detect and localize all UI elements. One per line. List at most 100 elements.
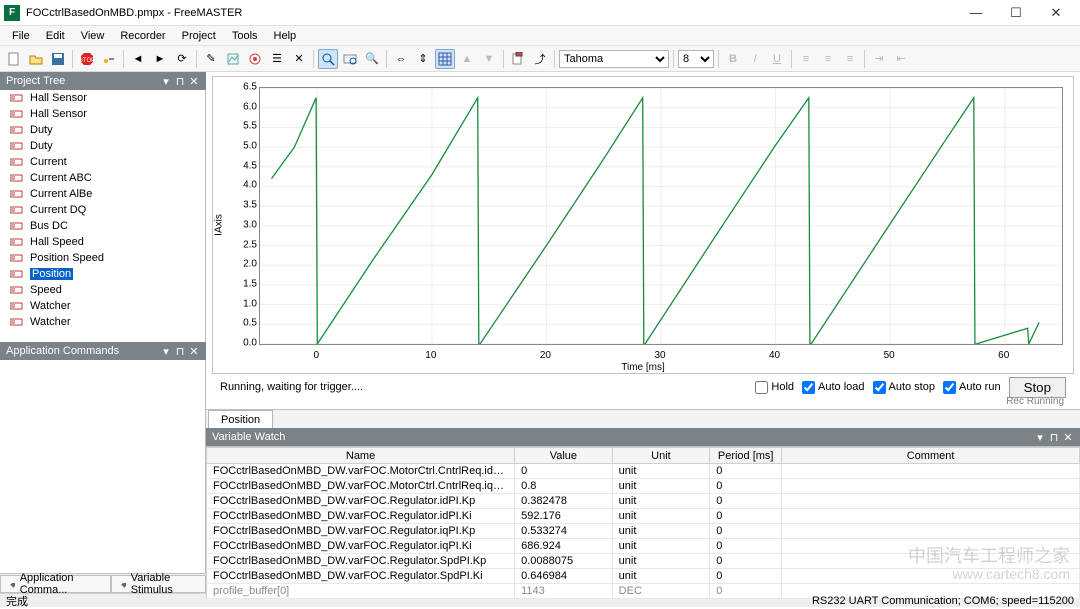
delete-icon[interactable]: ✕	[289, 49, 309, 69]
italic-icon[interactable]: I	[745, 49, 765, 69]
dropdown-icon[interactable]: ▾	[160, 75, 172, 87]
menu-view[interactable]: View	[73, 28, 113, 44]
fit-h-icon[interactable]: ⇔	[391, 49, 411, 69]
grid-header[interactable]: Name	[207, 448, 515, 464]
tree-item[interactable]: Current ABC	[0, 170, 205, 186]
properties-icon[interactable]: ☰	[267, 49, 287, 69]
add-scope-icon[interactable]	[223, 49, 243, 69]
refresh-icon[interactable]: ⟳	[172, 49, 192, 69]
minimize-button[interactable]: —	[956, 0, 996, 26]
tree-item[interactable]: Duty	[0, 122, 205, 138]
zoom-window-icon[interactable]	[340, 49, 360, 69]
close-panel-icon[interactable]: ✕	[188, 75, 200, 87]
status-left: 完成	[6, 593, 28, 609]
table-row[interactable]: FOCctrlBasedOnMBD_DW.varFOC.MotorCtrl.Cn…	[207, 479, 1080, 494]
tree-item[interactable]: Hall Speed	[0, 234, 205, 250]
grid-header[interactable]: Period [ms]	[710, 448, 782, 464]
bold-icon[interactable]: B	[723, 49, 743, 69]
move-up-icon[interactable]: ▲	[457, 49, 477, 69]
zoom-icon[interactable]: 🔍	[362, 49, 382, 69]
edit-variable-icon[interactable]: ✎	[201, 49, 221, 69]
tree-item[interactable]: Hall Sensor	[0, 106, 205, 122]
y-tick: 5.0	[243, 141, 257, 152]
y-tick: 3.0	[243, 219, 257, 230]
pin-icon[interactable]: ⊓	[1048, 431, 1060, 443]
open-icon[interactable]	[26, 49, 46, 69]
autoload-checkbox[interactable]: Auto load	[802, 381, 864, 394]
tree-item[interactable]: Current	[0, 154, 205, 170]
copy-icon[interactable]	[508, 49, 528, 69]
add-recorder-icon[interactable]	[245, 49, 265, 69]
hold-checkbox[interactable]: Hold	[755, 381, 794, 394]
align-center-icon[interactable]: ≡	[818, 49, 838, 69]
variable-watch-grid[interactable]: NameValueUnitPeriod [ms]Comment FOCctrlB…	[206, 446, 1080, 599]
export-icon[interactable]: ⤴	[530, 49, 550, 69]
table-row[interactable]: FOCctrlBasedOnMBD_DW.varFOC.Regulator.iq…	[207, 539, 1080, 554]
tree-item[interactable]: Position Speed	[0, 250, 205, 266]
stop-comm-icon[interactable]: STOP	[77, 49, 97, 69]
scope-icon	[10, 236, 26, 248]
table-row[interactable]: FOCctrlBasedOnMBD_DW.varFOC.MotorCtrl.Cn…	[207, 464, 1080, 479]
zoom-select-icon[interactable]	[318, 49, 338, 69]
stop-button[interactable]: Stop	[1009, 377, 1066, 398]
scope-icon	[10, 156, 26, 168]
menu-help[interactable]: Help	[266, 28, 305, 44]
pin-icon[interactable]: ⊓	[174, 75, 186, 87]
tree-item[interactable]: Position	[0, 266, 205, 282]
pin-icon[interactable]: ⊓	[174, 345, 186, 357]
y-tick: 6.0	[243, 101, 257, 112]
menu-project[interactable]: Project	[174, 28, 224, 44]
tree-item[interactable]: Watcher	[0, 298, 205, 314]
back-icon[interactable]: ◄	[128, 49, 148, 69]
autostop-checkbox[interactable]: Auto stop	[873, 381, 935, 394]
tab-variable-stimulus[interactable]: Variable Stimulus	[111, 575, 206, 593]
indent-right-icon[interactable]: ⇥	[869, 49, 889, 69]
tree-item[interactable]: Current AlBe	[0, 186, 205, 202]
menu-tools[interactable]: Tools	[224, 28, 266, 44]
close-panel-icon[interactable]: ✕	[1062, 431, 1074, 443]
grid-header[interactable]: Comment	[782, 448, 1080, 464]
scope-icon	[10, 220, 26, 232]
maximize-button[interactable]: ☐	[996, 0, 1036, 26]
table-row[interactable]: FOCctrlBasedOnMBD_DW.varFOC.Regulator.Sp…	[207, 554, 1080, 569]
tree-item[interactable]: Hall Sensor	[0, 90, 205, 106]
project-tree[interactable]: Hall SensorHall SensorDutyDutyCurrentCur…	[0, 90, 206, 342]
size-select[interactable]: 8	[678, 50, 714, 68]
tree-item[interactable]: Duty	[0, 138, 205, 154]
menu-recorder[interactable]: Recorder	[112, 28, 173, 44]
content-tab[interactable]: Position	[208, 410, 273, 428]
grid-header[interactable]: Unit	[612, 448, 710, 464]
table-row[interactable]: FOCctrlBasedOnMBD_DW.varFOC.Regulator.id…	[207, 494, 1080, 509]
close-panel-icon[interactable]: ✕	[188, 345, 200, 357]
forward-icon[interactable]: ►	[150, 49, 170, 69]
tree-item[interactable]: Watcher	[0, 314, 205, 330]
tree-item[interactable]: Current DQ	[0, 202, 205, 218]
move-down-icon[interactable]: ▼	[479, 49, 499, 69]
tab-app-commands[interactable]: Application Comma...	[0, 575, 111, 593]
autorun-checkbox[interactable]: Auto run	[943, 381, 1001, 394]
align-left-icon[interactable]: ≡	[796, 49, 816, 69]
chart[interactable]: FOCctrlBasedOnMBD_DW.varFOC.Signals.Snls…	[212, 76, 1074, 374]
underline-icon[interactable]: U	[767, 49, 787, 69]
menu-file[interactable]: File	[4, 28, 38, 44]
grid-toggle-icon[interactable]	[435, 49, 455, 69]
align-right-icon[interactable]: ≡	[840, 49, 860, 69]
dropdown-icon[interactable]: ▾	[1034, 431, 1046, 443]
table-row[interactable]: FOCctrlBasedOnMBD_DW.varFOC.Regulator.iq…	[207, 524, 1080, 539]
font-select[interactable]: Tahoma	[559, 50, 669, 68]
comm-settings-icon[interactable]	[99, 49, 119, 69]
close-button[interactable]: ✕	[1036, 0, 1076, 26]
tree-item[interactable]: Speed	[0, 282, 205, 298]
dropdown-icon[interactable]: ▾	[160, 345, 172, 357]
y-tick: 0.5	[243, 318, 257, 329]
menu-edit[interactable]: Edit	[38, 28, 73, 44]
fit-v-icon[interactable]: ⇕	[413, 49, 433, 69]
grid-header[interactable]: Value	[515, 448, 613, 464]
tree-item[interactable]: Bus DC	[0, 218, 205, 234]
indent-left-icon[interactable]: ⇤	[891, 49, 911, 69]
table-row[interactable]: FOCctrlBasedOnMBD_DW.varFOC.Regulator.id…	[207, 509, 1080, 524]
save-icon[interactable]	[48, 49, 68, 69]
chart-plot[interactable]	[259, 87, 1063, 345]
table-row[interactable]: FOCctrlBasedOnMBD_DW.varFOC.Regulator.Sp…	[207, 569, 1080, 584]
new-file-icon[interactable]	[4, 49, 24, 69]
